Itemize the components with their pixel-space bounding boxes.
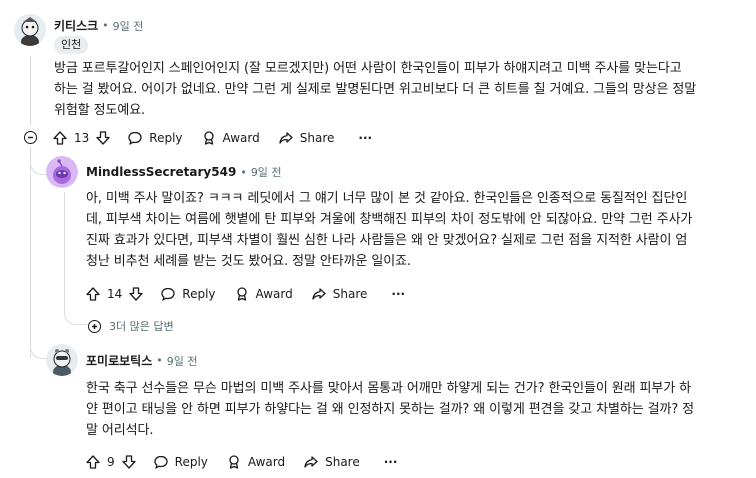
more-replies-label: 3더 많은 답변 <box>109 320 174 333</box>
reply-label: Reply <box>149 131 183 145</box>
thread-branch-more <box>64 304 87 325</box>
separator-dot: • <box>240 165 247 179</box>
award-icon <box>229 455 239 469</box>
vote-count: 14 <box>107 287 123 301</box>
comment-body: 한국 축구 선수들은 무슨 마법의 미백 주사를 맞아서 몸통과 어깨만 하얗게… <box>86 378 746 441</box>
share-label: Share <box>325 455 360 469</box>
avatar[interactable] <box>46 156 78 188</box>
comment-body-line: 말 어리석다. <box>86 423 154 438</box>
comment-timestamp[interactable]: 9일 전 <box>251 164 282 180</box>
downvote-icon[interactable] <box>95 130 111 146</box>
reply-button[interactable]: Reply <box>153 454 208 470</box>
more-options-button[interactable]: ··· <box>384 455 398 469</box>
share-icon <box>304 456 318 468</box>
award-label: Award <box>222 131 260 145</box>
more-replies-link[interactable]: 3더 많은 답변 <box>88 318 174 334</box>
reply-icon <box>128 131 142 146</box>
comment-body-line: 청난 비추천 세례를 받는 것도 봤어요. 정말 안타까운 일이죠. <box>86 254 411 269</box>
share-icon <box>279 132 293 144</box>
award-label: Award <box>247 455 286 469</box>
comment-body: 아, 미백 주사 말이죠? ㅋㅋㅋ 레딧에서 그 얘기 너무 많이 본 것 같아… <box>86 188 746 272</box>
reply-button[interactable]: Reply <box>127 130 183 146</box>
upvote-icon[interactable] <box>85 454 101 470</box>
share-button[interactable]: Share <box>303 454 360 470</box>
comment-body-line: 한국 축구 선수들은 무슨 마법의 미백 주사를 맞아서 몸통과 어깨만 하얗게… <box>86 381 692 396</box>
comment-body-line: 진짜 효과가 있다면, 피부색 차별이 훨씬 심한 나라 사람들은 왜 안 맞겠… <box>86 233 688 248</box>
upvote-icon[interactable] <box>85 286 101 302</box>
avatar[interactable] <box>14 14 46 46</box>
comment-action-bar: 13 Reply Award Share ··· <box>52 127 372 149</box>
comment-body-line: 위험할 정도예요. <box>54 103 146 118</box>
downvote-icon[interactable] <box>121 454 137 470</box>
user-flair: 인천 <box>54 36 89 54</box>
more-options-button[interactable]: ··· <box>391 287 405 301</box>
downvote-icon[interactable] <box>128 286 144 302</box>
vote-count: 9 <box>107 455 115 469</box>
reply-icon <box>153 455 168 470</box>
separator-dot: • <box>102 19 109 32</box>
more-options-button[interactable]: ··· <box>358 131 372 145</box>
reply-label: Reply <box>182 287 216 301</box>
award-label: Award <box>255 287 293 301</box>
comment-body-line: 하는 걸 봤어요. 어이가 없네요. 만약 그런 게 실제로 발명된다면 위고비… <box>54 82 697 97</box>
comment-author[interactable]: 키티스크 <box>54 17 98 34</box>
reply-icon <box>161 287 175 302</box>
thread-line-root-lower <box>30 146 31 358</box>
comment-body: 방금 포르투갈어인지 스페인어인지 (잘 모르겠지만) 어떤 사람이 한국인들이… <box>54 58 744 121</box>
share-icon <box>312 288 326 300</box>
comment-body-line: 얀 편이고 태닝을 안 하면 피부가 하얗다는 걸 왜 인정하지 못하는 걸까?… <box>86 402 695 417</box>
award-button[interactable]: Award <box>234 286 293 302</box>
comment-timestamp[interactable]: 9일 전 <box>113 18 144 34</box>
award-icon <box>203 131 214 145</box>
comment-timestamp[interactable]: 9일 전 <box>167 353 198 369</box>
award-button[interactable]: Award <box>201 130 260 146</box>
share-label: Share <box>299 131 335 145</box>
share-label: Share <box>332 287 368 301</box>
vote-count: 13 <box>74 131 90 145</box>
upvote-icon[interactable] <box>52 130 68 146</box>
comment-action-bar: 14 Reply Award Share ··· <box>85 283 405 305</box>
thread-line-child <box>64 192 65 304</box>
reply-button[interactable]: Reply <box>160 286 216 302</box>
thread-line-root <box>30 56 31 126</box>
comment-author[interactable]: MindlessSecretary549 <box>86 165 236 179</box>
comment-author[interactable]: 포미로보틱스 <box>86 352 152 369</box>
share-button[interactable]: Share <box>278 130 335 146</box>
collapse-icon[interactable] <box>24 131 37 144</box>
reply-label: Reply <box>174 455 208 469</box>
comment-action-bar: 9 Reply Award Share ··· <box>85 451 397 473</box>
share-button[interactable]: Share <box>311 286 368 302</box>
comment-body-line: 방금 포르투갈어인지 스페인어인지 (잘 모르겠지만) 어떤 사람이 한국인들이… <box>54 61 682 76</box>
separator-dot: • <box>156 354 163 367</box>
award-icon <box>236 287 247 301</box>
avatar[interactable] <box>46 344 78 376</box>
expand-icon <box>88 319 101 333</box>
comment-body-line: 아, 미백 주사 말이죠? ㅋㅋㅋ 레딧에서 그 얘기 너무 많이 본 것 같아… <box>86 191 688 206</box>
award-button[interactable]: Award <box>226 454 285 470</box>
comment-body-line: 데, 피부색 차이는 여름에 햇볕에 탄 피부와 겨울에 창백해진 피부의 차이… <box>86 212 693 227</box>
